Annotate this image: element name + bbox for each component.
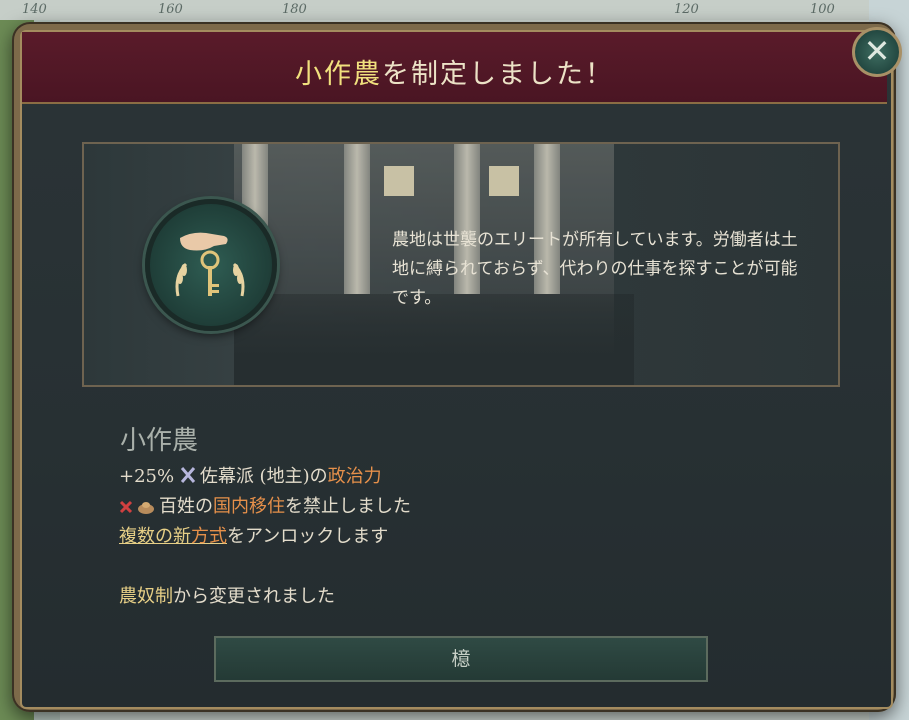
ok-button[interactable]: 檍 xyxy=(214,636,708,682)
interest-group-icon xyxy=(180,466,196,489)
previous-law-link[interactable]: 農奴制 xyxy=(119,586,173,607)
changed-from-tail: から変更されました xyxy=(173,586,335,607)
illustration-window xyxy=(384,166,414,196)
dialog-title: 小作農を制定しました！ xyxy=(22,52,887,91)
peasants-icon xyxy=(137,498,155,519)
effect-tail: を禁止しました xyxy=(285,496,411,517)
map-longitude-label: 120 xyxy=(674,2,699,17)
map-longitude-label: 180 xyxy=(282,2,307,17)
political-strength-link[interactable]: 政治力 xyxy=(328,466,382,487)
law-emblem-icon xyxy=(145,199,277,331)
effect-migration-ban: 百姓の国内移住を禁止しました xyxy=(119,492,411,519)
close-button[interactable]: ✕ xyxy=(852,27,902,77)
illustration-window xyxy=(489,166,519,196)
effect-particle: の xyxy=(195,496,213,517)
internal-migration-link[interactable]: 国内移住 xyxy=(213,496,285,517)
map-longitude-label: 140 xyxy=(22,2,47,17)
effect-value: +25% xyxy=(119,466,175,487)
effect-political-strength: +25% 佐幕派 (地主)の政治力 xyxy=(119,462,382,489)
map-longitude-label: 100 xyxy=(810,2,835,17)
title-text: を制定しました！ xyxy=(382,59,614,90)
close-icon: ✕ xyxy=(863,32,891,70)
hand-key-wheat-icon xyxy=(175,232,245,297)
changed-from-text: 農奴制から変更されました xyxy=(119,582,335,608)
interest-group-link[interactable]: 佐幕派 (地主) xyxy=(200,466,310,487)
new-methods-link[interactable]: 複数の新方式 xyxy=(119,526,227,547)
map-top-strip xyxy=(0,0,909,20)
pop-type-link[interactable]: 百姓 xyxy=(159,496,195,517)
illustration-pillar xyxy=(344,144,370,294)
methods-link-text: 方式 xyxy=(191,526,227,547)
effect-tail: をアンロックします xyxy=(227,526,389,547)
law-description: 農地は世襲のエリートが所有しています。労働者は土地に縛られておらず、代わりの仕事… xyxy=(392,230,798,308)
effect-unlock: 複数の新方式をアンロックします xyxy=(119,522,388,548)
map-longitude-label: 160 xyxy=(158,2,183,17)
cross-icon xyxy=(119,498,133,519)
effect-particle: の xyxy=(309,466,328,487)
title-law-name: 小作農 xyxy=(295,59,382,90)
dialog-titlebar: 小作農を制定しました！ xyxy=(22,32,887,104)
new-methods-link-text: 複数の新 xyxy=(119,526,191,547)
law-name: 小作農 xyxy=(120,426,199,456)
